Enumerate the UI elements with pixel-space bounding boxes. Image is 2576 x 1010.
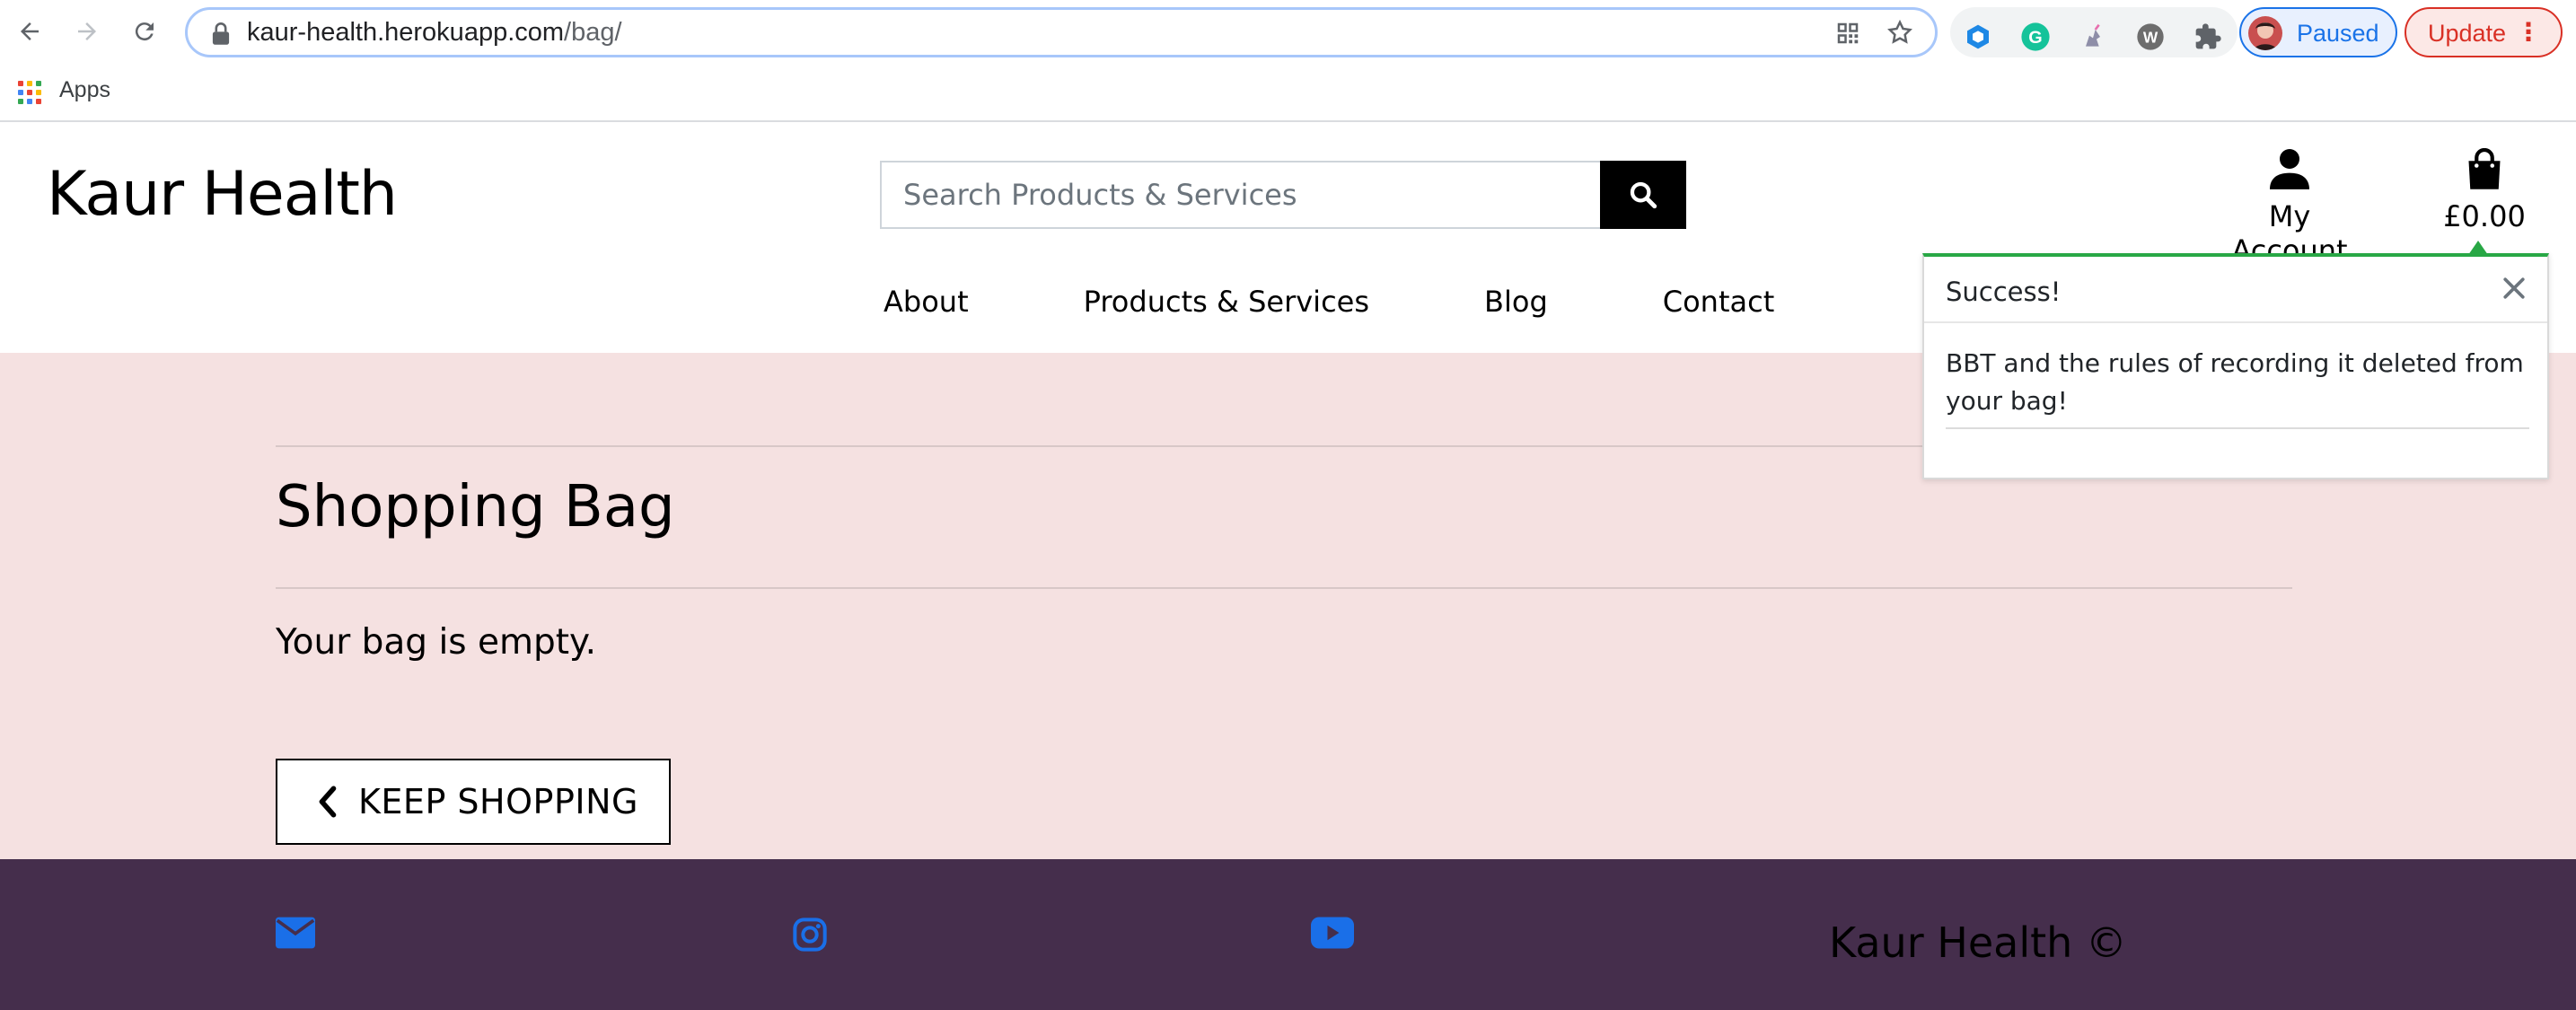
page-title: Shopping Bag xyxy=(276,474,675,540)
update-button[interactable]: Update ⋮ xyxy=(2405,7,2563,57)
reload-icon xyxy=(135,22,154,41)
main-nav: About Products & Services Blog Contact xyxy=(884,285,1889,319)
apps-bookmark-label[interactable]: Apps xyxy=(59,77,110,103)
puzzle-extensions-icon[interactable] xyxy=(2193,22,2223,52)
my-account-link[interactable]: My Account xyxy=(2209,148,2370,268)
address-bar[interactable]: kaur-health.herokuapp.com/bag/ xyxy=(185,7,1938,57)
toast-divider xyxy=(1946,427,2529,429)
chevron-left-icon xyxy=(319,786,337,818)
bookmark-star-icon[interactable] xyxy=(1886,19,1913,46)
user-icon xyxy=(2270,149,2309,189)
unicorn-extension-icon[interactable] xyxy=(2078,22,2108,52)
keep-shopping-label: KEEP SHOPPING xyxy=(358,782,638,821)
arrow-left-icon xyxy=(21,22,39,40)
youtube-icon[interactable] xyxy=(1311,917,1354,953)
toast-title: Success! xyxy=(1946,277,2062,307)
reload-button[interactable] xyxy=(124,11,165,52)
browser-toolbar: kaur-health.herokuapp.com/bag/ G W Pause… xyxy=(0,0,2576,63)
instagram-icon[interactable] xyxy=(792,917,828,957)
toast-message: BBT and the rules of recording it delete… xyxy=(1946,348,2524,416)
update-label: Update xyxy=(2428,20,2507,47)
wordpress-icon[interactable]: W xyxy=(2135,22,2166,52)
empty-bag-message: Your bag is empty. xyxy=(276,622,596,663)
arrow-right-icon xyxy=(78,22,96,40)
toast-arrow xyxy=(2468,241,2488,255)
search-field[interactable] xyxy=(880,161,1600,229)
site-footer: Kaur Health © xyxy=(0,859,2576,1010)
shopping-bag-icon xyxy=(2468,147,2501,189)
extensions-area: G W xyxy=(1950,7,2238,57)
profile-paused-button[interactable]: Paused xyxy=(2239,7,2397,57)
nav-item-products-services[interactable]: Products & Services xyxy=(1084,285,1369,319)
back-button[interactable] xyxy=(9,11,50,52)
lock-icon xyxy=(212,22,230,45)
toast-close-button[interactable] xyxy=(2499,273,2529,303)
success-toast: Success! BBT and the rules of recording … xyxy=(1922,241,2549,479)
search-button[interactable] xyxy=(1600,161,1686,229)
nav-item-about[interactable]: About xyxy=(884,285,969,319)
toast-header: Success! xyxy=(1924,257,2547,323)
search-input[interactable] xyxy=(882,162,1600,227)
more-vert-icon: ⋮ xyxy=(2516,18,2541,46)
nav-item-blog[interactable]: Blog xyxy=(1484,285,1548,319)
svg-text:W: W xyxy=(2143,29,2158,47)
url-text: kaur-health.herokuapp.com/bag/ xyxy=(247,18,622,47)
search-icon xyxy=(1630,181,1657,209)
bookmarks-bar: Apps xyxy=(0,63,2576,122)
nav-item-contact[interactable]: Contact xyxy=(1663,285,1775,319)
svg-text:G: G xyxy=(2028,28,2042,48)
shopping-bag-link[interactable]: £0.00 xyxy=(2435,147,2534,233)
bag-total: £0.00 xyxy=(2443,199,2526,233)
profile-avatar xyxy=(2248,16,2282,50)
site-logo[interactable]: Kaur Health xyxy=(47,159,398,230)
profile-status-label: Paused xyxy=(2297,20,2379,47)
qr-code-icon[interactable] xyxy=(1834,20,1861,47)
keep-shopping-button[interactable]: KEEP SHOPPING xyxy=(276,759,671,845)
forward-button[interactable] xyxy=(66,11,108,52)
apps-grid-icon[interactable] xyxy=(18,81,41,104)
envelope-icon[interactable] xyxy=(276,917,315,953)
divider xyxy=(276,587,2292,589)
close-icon xyxy=(2503,277,2525,299)
footer-copyright: Kaur Health © xyxy=(1829,918,2127,967)
grammarly-icon[interactable]: G xyxy=(2020,22,2051,52)
hexagon-extension-icon[interactable] xyxy=(1963,22,1993,52)
